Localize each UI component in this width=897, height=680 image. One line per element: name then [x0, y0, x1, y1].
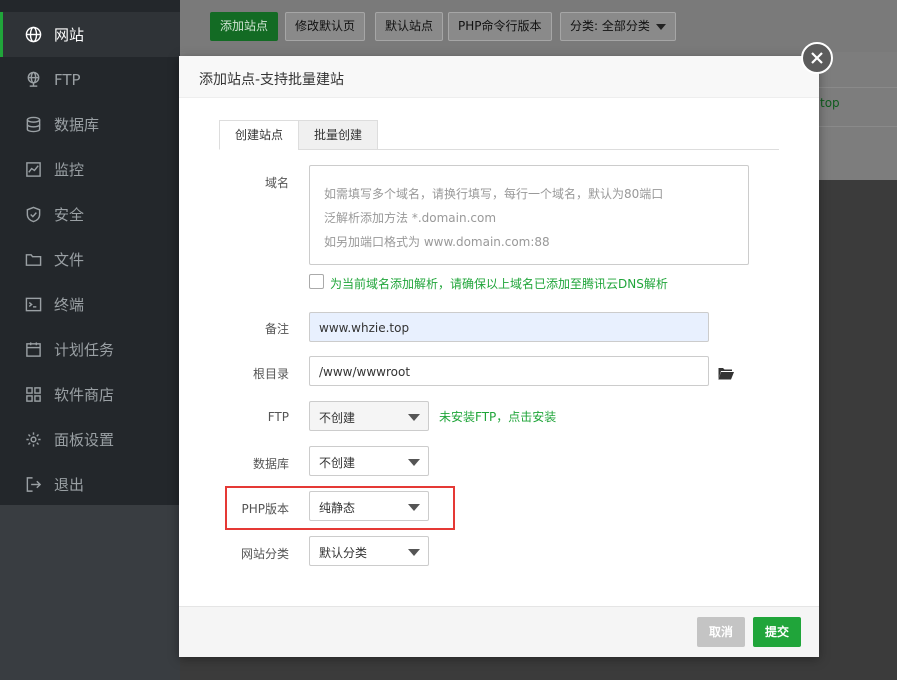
- php-cli-version-button[interactable]: PHP命令行版本: [448, 12, 552, 41]
- ftp-select[interactable]: 不创建: [309, 401, 429, 431]
- site-toolbar: 添加站点 修改默认页 默认站点 PHP命令行版本 分类: 全部分类: [180, 0, 897, 52]
- modal-tabs: 创建站点 批量创建: [219, 120, 779, 150]
- site-category-select[interactable]: 默认分类: [309, 536, 429, 566]
- folder-open-icon[interactable]: [717, 365, 735, 381]
- sidebar-item-label: 文件: [54, 251, 85, 269]
- chevron-down-icon: [408, 459, 420, 466]
- sidebar-item-ftp[interactable]: FTP: [0, 57, 180, 102]
- tab-create-site[interactable]: 创建站点: [219, 120, 300, 150]
- database-icon: [24, 116, 42, 134]
- domain-textarea[interactable]: 如需填写多个域名，请换行填写，每行一个域名，默认为80端口 泛解析添加方法 *.…: [309, 165, 749, 265]
- category-filter-label: 分类: 全部分类: [570, 19, 650, 33]
- remark-input-value: www.whzie.top: [319, 321, 410, 335]
- cancel-button[interactable]: 取消: [697, 617, 745, 647]
- install-ftp-link[interactable]: 未安装FTP，点击安装: [439, 408, 556, 425]
- php-version-highlight: [225, 486, 455, 530]
- ftp-label: FTP: [267, 410, 289, 424]
- database-select-value: 不创建: [319, 456, 356, 470]
- sidebar: 网站 FTP 数据库 监控 安全 文件 终端 计划任务 软件商店 面板设置 退出: [0, 0, 180, 680]
- submit-button[interactable]: 提交: [753, 617, 801, 647]
- site-category-select-value: 默认分类: [319, 546, 368, 560]
- domain-placeholder-line: 如需填写多个域名，请换行填写，每行一个域名，默认为80端口: [324, 187, 664, 201]
- monitor-chart-icon: [24, 161, 42, 179]
- sidebar-footer-area: [0, 505, 180, 680]
- sidebar-item-label: 退出: [54, 476, 85, 494]
- remark-input[interactable]: www.whzie.top: [309, 312, 709, 342]
- sidebar-item-files[interactable]: 文件: [0, 237, 180, 282]
- sidebar-item-security[interactable]: 安全: [0, 192, 180, 237]
- database-select[interactable]: 不创建: [309, 446, 429, 476]
- folder-icon: [24, 251, 42, 269]
- modify-default-page-button[interactable]: 修改默认页: [285, 12, 366, 41]
- modal-header: 添加站点-支持批量建站: [179, 56, 819, 98]
- sidebar-item-cron[interactable]: 计划任务: [0, 327, 180, 372]
- add-site-button[interactable]: 添加站点: [210, 12, 279, 41]
- sidebar-item-label: 计划任务: [54, 341, 115, 359]
- chevron-down-icon: [408, 414, 420, 421]
- domain-placeholder-line: 如另加端口格式为 www.domain.com:88: [324, 235, 550, 249]
- domain-placeholder-line: 泛解析添加方法 *.domain.com: [324, 211, 497, 225]
- sidebar-item-monitor[interactable]: 监控: [0, 147, 180, 192]
- calendar-icon: [24, 341, 42, 359]
- default-site-button[interactable]: 默认站点: [375, 12, 444, 41]
- sidebar-item-terminal[interactable]: 终端: [0, 282, 180, 327]
- globe-icon: [24, 26, 42, 44]
- add-site-modal: 添加站点-支持批量建站 创建站点 批量创建 域名 如需填写多个域名，请换行填写，…: [179, 42, 833, 657]
- gear-icon: [24, 431, 42, 449]
- sidebar-item-label: 监控: [54, 161, 85, 179]
- root-dir-label: 根目录: [252, 367, 289, 381]
- root-dir-input-value: /www/wwwroot: [319, 365, 411, 379]
- sidebar-item-app-store[interactable]: 软件商店: [0, 372, 180, 417]
- root-dir-input[interactable]: /www/wwwroot: [309, 356, 709, 386]
- sidebar-item-label: 面板设置: [54, 431, 115, 449]
- shield-icon: [24, 206, 42, 224]
- database-label: 数据库: [252, 457, 289, 471]
- sidebar-item-label: 网站: [54, 26, 85, 44]
- domain-label: 域名: [264, 176, 289, 190]
- dns-resolve-label[interactable]: 为当前域名添加解析，请确保以上域名已添加至腾讯云DNS解析: [330, 275, 668, 292]
- chevron-down-icon: [655, 23, 666, 30]
- sidebar-item-label: 安全: [54, 206, 85, 224]
- sidebar-item-label: FTP: [54, 70, 81, 89]
- sidebar-item-label: 软件商店: [54, 386, 115, 404]
- sidebar-item-panel-settings[interactable]: 面板设置: [0, 417, 180, 462]
- modal-title: 添加站点-支持批量建站: [199, 72, 345, 88]
- grid-apps-icon: [24, 386, 42, 404]
- terminal-icon: [24, 296, 42, 314]
- ftp-globe-icon: [24, 71, 42, 89]
- sidebar-item-website[interactable]: 网站: [0, 12, 180, 57]
- sidebar-item-database[interactable]: 数据库: [0, 102, 180, 147]
- close-icon: [811, 52, 823, 64]
- logout-icon: [24, 476, 42, 494]
- dns-resolve-checkbox[interactable]: [309, 274, 324, 289]
- category-filter-select[interactable]: 分类: 全部分类: [560, 12, 676, 41]
- ftp-select-value: 不创建: [319, 411, 356, 425]
- remark-label: 备注: [264, 322, 289, 336]
- sidebar-item-logout[interactable]: 退出: [0, 462, 180, 507]
- site-category-label: 网站分类: [240, 547, 289, 561]
- chevron-down-icon: [408, 549, 420, 556]
- sidebar-item-label: 终端: [54, 296, 85, 314]
- sidebar-item-label: 数据库: [54, 116, 100, 134]
- close-button[interactable]: [801, 42, 833, 74]
- site-link-partial[interactable]: top: [820, 96, 840, 110]
- modal-footer: 取消 提交: [179, 606, 819, 657]
- tab-batch-create[interactable]: 批量创建: [298, 120, 379, 150]
